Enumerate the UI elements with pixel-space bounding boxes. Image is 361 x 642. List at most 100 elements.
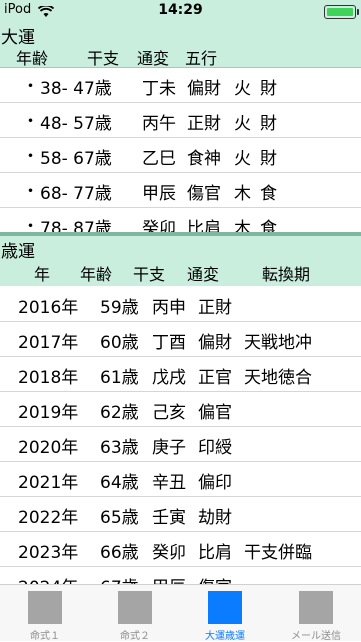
row-kanshi: 辛丑	[152, 473, 186, 493]
row-extra: 財	[260, 79, 277, 99]
battery-icon	[324, 5, 359, 19]
row-tsuhen: 劫財	[198, 508, 232, 528]
tab-placeholder-icon	[28, 591, 62, 624]
row-age: 65歳	[100, 508, 139, 528]
row-age: 38- 47歳	[40, 79, 112, 99]
row-tenkan: 天地徳合	[244, 368, 312, 388]
row-gogyo: 火	[234, 114, 251, 134]
row-tsuhen: 比肩	[198, 543, 232, 563]
saiun-row[interactable]: 2019年 62歳 己亥 偏官	[0, 392, 361, 427]
taiun-col-tsuhen: 通変	[137, 49, 170, 68]
taiun-col-gogyo: 五行	[185, 49, 218, 68]
row-gogyo: 火	[234, 149, 251, 169]
tab-placeholder-icon	[299, 591, 333, 624]
row-age: 58- 67歳	[40, 149, 112, 169]
row-age: 62歳	[100, 403, 139, 423]
saiun-list[interactable]: 2016年 59歳 丙申 正財 2017年 60歳 丁酉 偏財 天戦地冲 201…	[0, 287, 361, 584]
saiun-header: 歳運 年 年齢 干支 通変 転換期	[0, 232, 361, 286]
saiun-col-age: 年齢	[80, 265, 113, 284]
taiun-row[interactable]: ・ 48- 57歳 丙午 正財 火 財	[0, 103, 361, 138]
row-year: 2017年	[18, 333, 79, 353]
row-year: 2024年	[18, 573, 78, 584]
row-kanshi: 丙申	[152, 298, 186, 318]
row-year: 2020年	[18, 438, 79, 458]
taiun-header: 大運 年齢 干支 通変 五行	[0, 22, 361, 68]
row-tsuhen: 印綬	[198, 438, 232, 458]
row-year: 2019年	[18, 403, 79, 423]
saiun-title: 歳運	[1, 242, 35, 262]
row-extra: 財	[260, 149, 277, 169]
tab-meishiki-1[interactable]: 命式１	[0, 585, 90, 642]
row-tsuhen: 偏印	[198, 473, 232, 493]
status-bar: iPod 14:29	[0, 0, 361, 22]
saiun-row[interactable]: 2016年 59歳 丙申 正財	[0, 287, 361, 322]
saiun-row[interactable]: 2024年 67歳 甲辰 傷官	[0, 567, 361, 584]
taiun-row[interactable]: ・ 68- 77歳 甲辰 傷官 木 食	[0, 173, 361, 208]
taiun-col-age: 年齢	[16, 49, 49, 68]
row-extra: 食	[260, 184, 277, 204]
row-extra: 食	[260, 219, 277, 232]
saiun-row[interactable]: 2021年 64歳 辛丑 偏印	[0, 462, 361, 497]
row-bullet: ・	[22, 112, 39, 132]
row-year: 2021年	[18, 473, 79, 493]
tab-mail-send[interactable]: メール送信	[271, 585, 361, 642]
row-age: 66歳	[100, 543, 139, 563]
row-age: 67歳	[100, 573, 139, 584]
row-tsuhen: 傷官	[187, 184, 221, 204]
row-bullet: ・	[22, 217, 39, 232]
row-tsuhen: 比肩	[187, 219, 221, 232]
row-year: 2016年	[18, 298, 79, 318]
taiun-row[interactable]: ・ 58- 67歳 乙巳 食神 火 財	[0, 138, 361, 173]
tab-bar: 命式１ 命式２ 大運歳運 メール送信	[0, 584, 361, 642]
row-tsuhen: 食神	[187, 149, 221, 169]
row-age: 68- 77歳	[40, 184, 112, 204]
row-kanshi: 乙巳	[142, 149, 176, 169]
row-kanshi: 丙午	[142, 114, 176, 134]
row-kanshi: 癸卯	[152, 543, 186, 563]
row-gogyo: 火	[234, 79, 251, 99]
saiun-col-tsuhen: 通変	[187, 265, 220, 284]
taiun-col-kanshi: 干支	[87, 49, 120, 68]
row-kanshi: 丁未	[142, 79, 176, 99]
row-kanshi: 己亥	[152, 403, 186, 423]
row-tsuhen: 偏財	[198, 333, 232, 353]
row-tsuhen: 傷官	[198, 573, 232, 584]
saiun-row[interactable]: 2023年 66歳 癸卯 比肩 干支併臨	[0, 532, 361, 567]
tab-placeholder-icon	[118, 591, 152, 624]
row-year: 2022年	[18, 508, 79, 528]
row-tsuhen: 正財	[198, 298, 232, 318]
saiun-row[interactable]: 2018年 61歳 戊戌 正官 天地徳合	[0, 357, 361, 392]
row-gogyo: 木	[234, 184, 251, 204]
row-kanshi: 丁酉	[152, 333, 186, 353]
row-kanshi: 甲辰	[142, 184, 176, 204]
row-age: 64歳	[100, 473, 139, 493]
tab-placeholder-icon	[208, 591, 242, 624]
saiun-col-year: 年	[34, 265, 51, 284]
row-tenkan: 天戦地冲	[244, 333, 312, 353]
saiun-row[interactable]: 2020年 63歳 庚子 印綬	[0, 427, 361, 462]
taiun-list[interactable]: ・ 38- 47歳 丁未 偏財 火 財 ・ 48- 57歳 丙午 正財 火 財 …	[0, 68, 361, 232]
saiun-row[interactable]: 2017年 60歳 丁酉 偏財 天戦地冲	[0, 322, 361, 357]
saiun-col-kanshi: 干支	[133, 265, 166, 284]
taiun-row[interactable]: ・ 78- 87歳 癸卯 比肩 木 食	[0, 208, 361, 232]
row-tsuhen: 偏官	[198, 403, 232, 423]
row-kanshi: 癸卯	[142, 219, 176, 232]
tab-taiun-saiun[interactable]: 大運歳運	[180, 585, 270, 642]
row-age: 61歳	[100, 368, 139, 388]
row-age: 60歳	[100, 333, 139, 353]
row-year: 2023年	[18, 543, 79, 563]
row-kanshi: 壬寅	[152, 508, 186, 528]
row-kanshi: 戊戌	[152, 368, 186, 388]
row-age: 63歳	[100, 438, 139, 458]
row-kanshi: 甲辰	[152, 573, 186, 584]
taiun-row[interactable]: ・ 38- 47歳 丁未 偏財 火 財	[0, 68, 361, 103]
row-gogyo: 木	[234, 219, 251, 232]
row-year: 2018年	[18, 368, 79, 388]
row-kanshi: 庚子	[152, 438, 186, 458]
row-bullet: ・	[22, 77, 39, 97]
row-age: 78- 87歳	[40, 219, 112, 232]
saiun-col-tenkan: 転換期	[262, 265, 311, 284]
tab-meishiki-2[interactable]: 命式２	[90, 585, 180, 642]
saiun-row[interactable]: 2022年 65歳 壬寅 劫財	[0, 497, 361, 532]
row-tsuhen: 正財	[187, 114, 221, 134]
